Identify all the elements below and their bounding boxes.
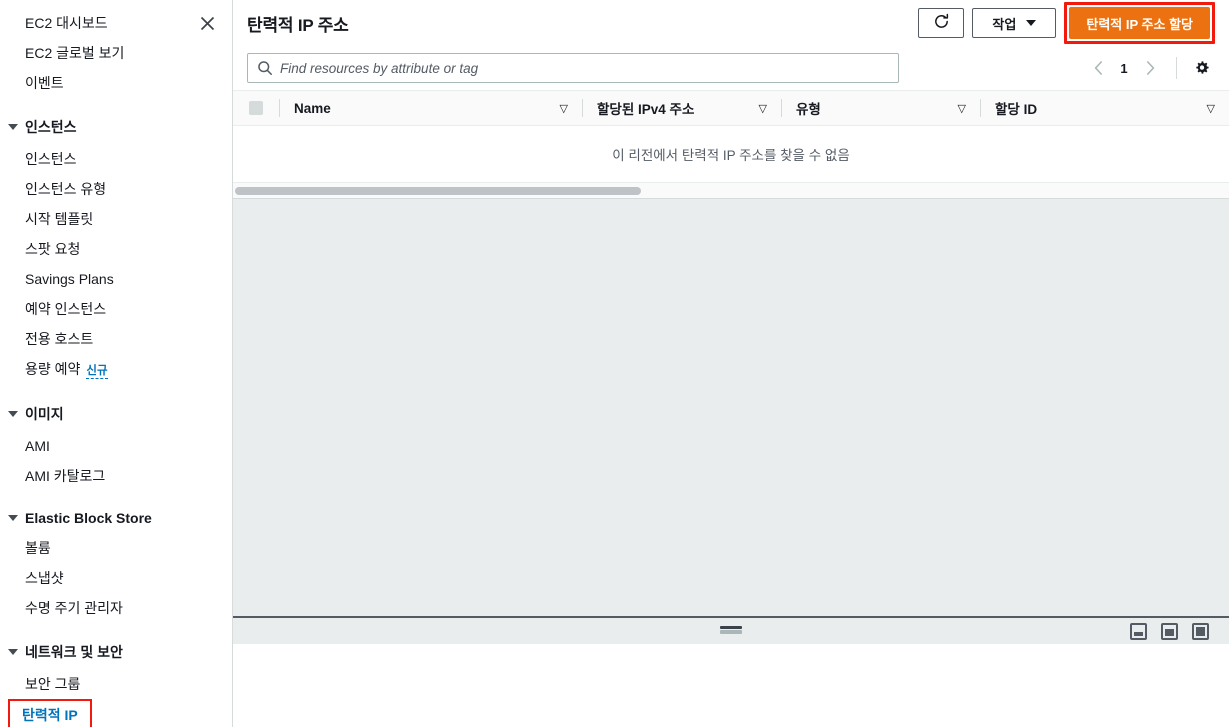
refresh-icon — [933, 13, 950, 33]
sort-icon: ▽ — [559, 102, 568, 115]
sidebar-item-ec2-global-view[interactable]: EC2 글로벌 보기 — [0, 38, 232, 68]
layout-bottom-medium-icon[interactable] — [1161, 622, 1178, 640]
table-empty-message: 이 리전에서 탄력적 IP 주소를 찾을 수 없음 — [233, 126, 1229, 182]
column-header-name[interactable]: Name ▽ — [280, 91, 582, 125]
table-horizontal-scrollbar[interactable] — [233, 183, 1229, 198]
sort-icon: ▽ — [758, 102, 767, 115]
sidebar-item-events[interactable]: 이벤트 — [0, 68, 232, 98]
column-header-type[interactable]: 유형 ▽ — [782, 91, 980, 125]
column-label: 할당된 IPv4 주소 — [597, 102, 695, 117]
split-panel-layout-buttons — [1130, 622, 1229, 640]
sidebar-group-label: Elastic Block Store — [25, 510, 152, 526]
page-background — [233, 199, 1229, 616]
drag-handle-bar — [720, 626, 742, 629]
sidebar-group-label: 이미지 — [25, 406, 64, 422]
column-header-allocation-id[interactable]: 할당 ID ▽ — [981, 91, 1229, 125]
sidebar-group-instances[interactable]: 인스턴스 — [0, 110, 232, 144]
sort-icon: ▽ — [957, 102, 966, 115]
sidebar-item-savings-plans[interactable]: Savings Plans — [0, 264, 232, 294]
sidebar-item-instance-types[interactable]: 인스턴스 유형 — [0, 174, 232, 204]
sidebar-item-volumes[interactable]: 볼륨 — [0, 533, 232, 563]
main-content: 탄력적 IP 주소 작업 탄력적 IP 주소 할당 Find resources… — [233, 0, 1229, 727]
sidebar-item-instances[interactable]: 인스턴스 — [0, 144, 232, 174]
sidebar-item-launch-templates[interactable]: 시작 템플릿 — [0, 204, 232, 234]
search-box[interactable] — [247, 53, 899, 83]
split-panel-drag-handle[interactable] — [720, 626, 742, 634]
sidebar-item-dedicated-hosts[interactable]: 전용 호스트 — [0, 324, 232, 354]
sidebar-item-ami-catalog[interactable]: AMI 카탈로그 — [0, 461, 232, 491]
pagination: 1 — [1084, 54, 1215, 82]
allocate-elastic-ip-button[interactable]: 탄력적 IP 주소 할당 — [1069, 7, 1210, 39]
sidebar-item-elastic-ips-highlight: 탄력적 IP — [8, 699, 92, 727]
elastic-ip-table: Name ▽ 할당된 IPv4 주소 ▽ 유형 ▽ 할당 ID ▽ 이 리전에서… — [233, 90, 1229, 198]
elastic-ip-panel: 탄력적 IP 주소 작업 탄력적 IP 주소 할당 Find resources… — [233, 0, 1229, 199]
allocate-button-highlight: 탄력적 IP 주소 할당 — [1064, 2, 1215, 44]
ec2-console: EC2 대시보드 EC2 글로벌 보기 이벤트 인스턴스 인스턴스 인스턴스 유… — [0, 0, 1229, 727]
chevron-down-icon — [1026, 20, 1037, 26]
close-icon[interactable] — [194, 10, 220, 36]
select-all-checkbox[interactable] — [233, 91, 279, 125]
sidebar-group-network-and-security[interactable]: 네트워크 및 보안 — [0, 635, 232, 669]
column-header-allocated-ipv4[interactable]: 할당된 IPv4 주소 ▽ — [583, 91, 781, 125]
header-actions: 작업 탄력적 IP 주소 할당 — [918, 2, 1215, 44]
search-input[interactable] — [248, 54, 898, 82]
new-badge: 신규 — [86, 365, 108, 379]
column-label: Name — [294, 100, 331, 116]
chevron-down-icon — [8, 124, 18, 130]
sidebar-item-lifecycle-manager[interactable]: 수명 주기 관리자 — [0, 593, 232, 623]
sidebar-group-label: 인스턴스 — [25, 119, 77, 135]
search-row: 1 — [233, 46, 1229, 90]
scrollbar-thumb[interactable] — [235, 187, 641, 195]
sidebar-item-security-groups[interactable]: 보안 그룹 — [0, 669, 232, 699]
refresh-button[interactable] — [918, 8, 965, 38]
layout-bottom-small-icon[interactable] — [1130, 622, 1147, 640]
sidebar-item-capacity-reservations[interactable]: 용량 예약 신규 — [0, 354, 232, 385]
chevron-down-icon — [8, 411, 18, 417]
sidebar-group-elastic-block-store[interactable]: Elastic Block Store — [0, 503, 232, 533]
split-panel-content — [233, 644, 1229, 727]
page-number-1[interactable]: 1 — [1114, 61, 1134, 76]
page-header: 탄력적 IP 주소 작업 탄력적 IP 주소 할당 — [233, 0, 1229, 46]
sidebar-item-snapshots[interactable]: 스냅샷 — [0, 563, 232, 593]
gear-icon[interactable] — [1189, 55, 1215, 81]
checkbox-icon — [249, 101, 263, 115]
chevron-down-icon — [8, 649, 18, 655]
chevron-right-icon[interactable] — [1136, 54, 1164, 82]
table-header-row: Name ▽ 할당된 IPv4 주소 ▽ 유형 ▽ 할당 ID ▽ — [233, 90, 1229, 126]
layout-full-icon[interactable] — [1192, 622, 1209, 640]
split-panel-bar — [233, 616, 1229, 644]
sidebar: EC2 대시보드 EC2 글로벌 보기 이벤트 인스턴스 인스턴스 인스턴스 유… — [0, 0, 233, 727]
drag-handle-bar — [720, 630, 742, 634]
sidebar-item-spot-requests[interactable]: 스팟 요청 — [0, 234, 232, 264]
search-icon — [257, 60, 273, 76]
column-label: 유형 — [796, 102, 821, 117]
sidebar-item-label: 용량 예약 — [25, 361, 81, 377]
column-label: 할당 ID — [995, 102, 1038, 117]
sidebar-item-ami[interactable]: AMI — [0, 431, 232, 461]
sidebar-nav: EC2 대시보드 EC2 글로벌 보기 이벤트 인스턴스 인스턴스 인스턴스 유… — [0, 0, 232, 727]
chevron-down-icon — [8, 515, 18, 521]
actions-button[interactable]: 작업 — [972, 8, 1057, 38]
sidebar-item-elastic-ips[interactable]: 탄력적 IP — [10, 701, 90, 727]
actions-label: 작업 — [992, 16, 1017, 32]
sidebar-item-reserved-instances[interactable]: 예약 인스턴스 — [0, 294, 232, 324]
sidebar-group-images[interactable]: 이미지 — [0, 397, 232, 431]
sidebar-group-label: 네트워크 및 보안 — [25, 644, 123, 660]
chevron-left-icon[interactable] — [1084, 54, 1112, 82]
sort-icon: ▽ — [1206, 102, 1215, 115]
divider — [1176, 57, 1177, 79]
page-title: 탄력적 IP 주소 — [247, 15, 349, 35]
